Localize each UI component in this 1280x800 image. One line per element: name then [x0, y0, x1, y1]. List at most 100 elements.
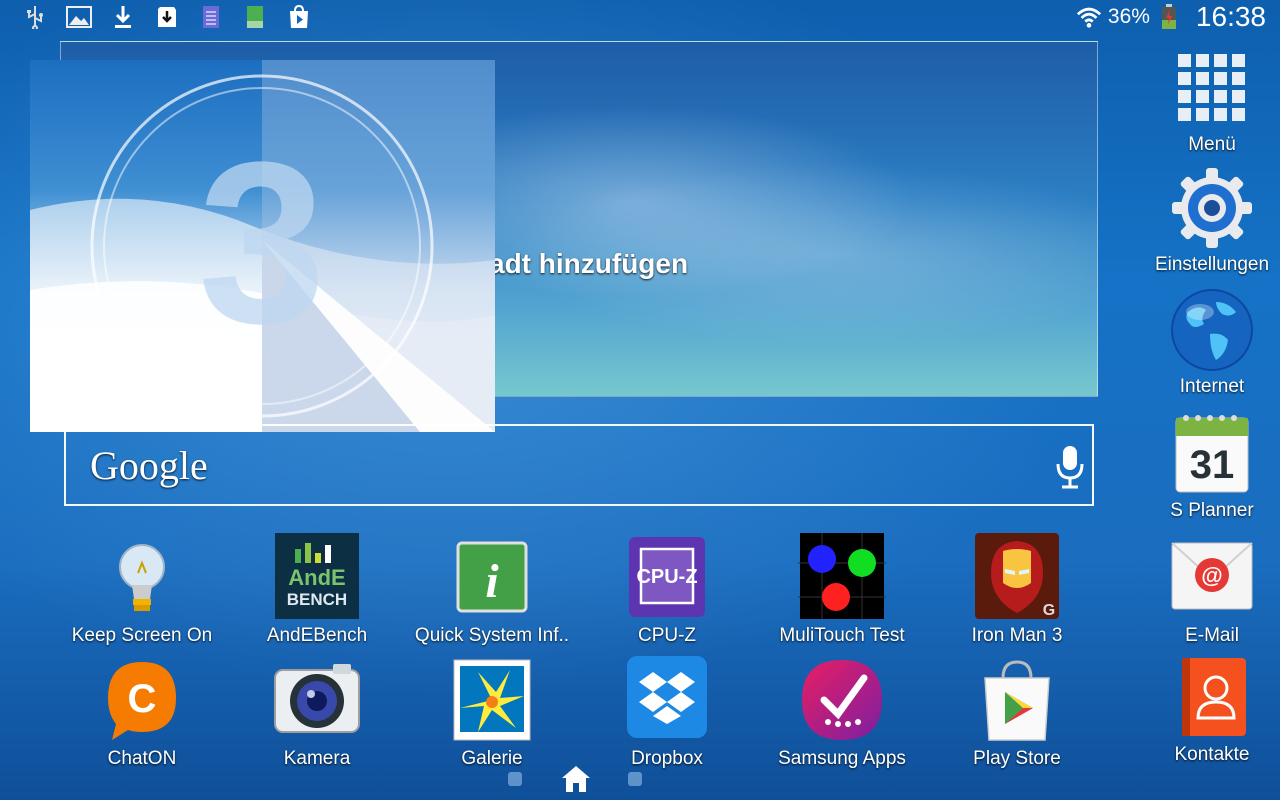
system-status: 36% 16:38: [1076, 1, 1266, 33]
countdown-number: 3: [198, 114, 326, 371]
app-label: AndEBench: [266, 625, 368, 646]
battery-percent: 36%: [1107, 5, 1150, 28]
svg-text:C: C: [128, 677, 157, 721]
app-quick-system-info[interactable]: i Quick System Inf..: [402, 533, 582, 653]
calendar-icon: 31: [1170, 412, 1254, 496]
clock: 16:38: [1195, 1, 1266, 32]
grid-cell: [1178, 90, 1191, 103]
google-search-bar[interactable]: Google: [64, 424, 1094, 506]
countdown-graphic: 3: [30, 60, 495, 432]
status-bar[interactable]: 36% 16:38: [0, 0, 1280, 34]
app-samsung-apps[interactable]: Samsung Apps: [752, 656, 932, 776]
grid-cell: [1232, 72, 1245, 85]
app-galerie[interactable]: Galerie: [402, 656, 582, 776]
globe-icon: [1170, 288, 1254, 372]
dock-menu[interactable]: Menü: [1150, 46, 1274, 156]
image-icon: [66, 4, 92, 30]
app-label: Keep Screen On: [71, 625, 213, 646]
cpu-z-icon: CPU-Z: [623, 533, 711, 621]
samsung-apps-icon: [798, 656, 886, 744]
play-store-notification-icon: [286, 4, 312, 30]
usb-icon: [22, 4, 48, 30]
wifi-icon: [1076, 4, 1102, 30]
svg-text:CPU-Z: CPU-Z: [636, 566, 697, 588]
page-dot-3[interactable]: [628, 772, 642, 786]
grid-cell: [1232, 90, 1245, 103]
svg-text:BENCH: BENCH: [287, 590, 347, 609]
app-chaton[interactable]: C ChatON: [52, 656, 232, 776]
download-icon: [110, 4, 136, 30]
grid-cell: [1214, 90, 1227, 103]
iron-man-icon: G: [973, 533, 1061, 621]
battery-small-icon: [242, 4, 268, 30]
lightbulb-icon: [98, 533, 186, 621]
gallery-icon: [448, 656, 536, 744]
microphone-icon[interactable]: [1056, 444, 1084, 490]
grid-cell: [1196, 108, 1209, 121]
grid-cell: [1196, 72, 1209, 85]
dock-s-planner[interactable]: 31 S Planner: [1150, 412, 1274, 522]
app-keep-screen-on[interactable]: Keep Screen On: [52, 533, 232, 653]
grid-cell: [1214, 108, 1227, 121]
app-label: Kontakte: [1174, 744, 1250, 765]
page-dot-1[interactable]: [508, 772, 522, 786]
svg-text:i: i: [485, 555, 499, 608]
sd-card-download-icon: [154, 4, 180, 30]
app-label: E-Mail: [1185, 625, 1239, 646]
dock-internet[interactable]: Internet: [1150, 288, 1274, 398]
svg-text:@: @: [1201, 563, 1222, 588]
app-label: Internet: [1179, 376, 1245, 397]
play-store-icon: [973, 656, 1061, 744]
app-iron-man-3[interactable]: G Iron Man 3: [927, 533, 1107, 653]
chaton-icon: C: [98, 656, 186, 744]
andebench-icon: AndE BENCH: [273, 533, 361, 621]
grid-cell: [1232, 54, 1245, 67]
app-play-store[interactable]: Play Store: [927, 656, 1107, 776]
apps-grid-icon: [1170, 46, 1254, 130]
home-icon[interactable]: [560, 764, 592, 794]
app-andebench[interactable]: AndE BENCH AndEBench: [227, 533, 407, 653]
app-label: Play Store: [973, 748, 1061, 769]
svg-text:AndE: AndE: [288, 565, 345, 590]
camera-icon: [273, 656, 361, 744]
multitouch-icon: [798, 533, 886, 621]
app-label: Quick System Inf..: [414, 625, 570, 646]
email-icon: @: [1170, 537, 1254, 621]
notification-icons: [22, 4, 312, 30]
app-label: CPU-Z: [637, 625, 697, 646]
app-label: Kamera: [283, 748, 351, 769]
grid-cell: [1214, 54, 1227, 67]
calendar-day: 31: [1190, 443, 1235, 487]
app-label: Menü: [1188, 134, 1236, 155]
app-cpu-z[interactable]: CPU-Z CPU-Z: [577, 533, 757, 653]
app-label: Samsung Apps: [778, 748, 906, 769]
app-label: MuliTouch Test: [779, 625, 905, 646]
grid-cell: [1232, 108, 1245, 121]
app-mulitouch-test[interactable]: MuliTouch Test: [752, 533, 932, 653]
notes-icon: [198, 4, 224, 30]
info-icon: i: [448, 533, 536, 621]
app-label: S Planner: [1170, 500, 1254, 521]
dock-kontakte[interactable]: Kontakte: [1150, 656, 1274, 766]
weather-add-city-text: adt hinzufügen: [489, 248, 689, 279]
grid-cell: [1214, 72, 1227, 85]
dock-einstellungen[interactable]: Einstellungen: [1150, 166, 1274, 276]
page-indicator[interactable]: [508, 762, 648, 798]
app-label: ChatON: [107, 748, 177, 769]
app-dropbox[interactable]: Dropbox: [577, 656, 757, 776]
grid-cell: [1196, 54, 1209, 67]
app-label: Einstellungen: [1154, 254, 1270, 275]
contacts-icon: [1170, 656, 1254, 740]
countdown-overlay: 3: [30, 60, 495, 432]
grid-cell: [1196, 90, 1209, 103]
settings-gear-icon: [1170, 166, 1254, 250]
dropbox-icon: [623, 656, 711, 744]
app-label: Iron Man 3: [971, 625, 1063, 646]
battery-charging-icon: [1156, 4, 1182, 30]
grid-cell: [1178, 108, 1191, 121]
app-kamera[interactable]: Kamera: [227, 656, 407, 776]
grid-cell: [1178, 72, 1191, 85]
dock-e-mail[interactable]: @ E-Mail: [1150, 537, 1274, 647]
svg-text:G: G: [1043, 602, 1055, 619]
google-logo: Google: [90, 443, 208, 488]
